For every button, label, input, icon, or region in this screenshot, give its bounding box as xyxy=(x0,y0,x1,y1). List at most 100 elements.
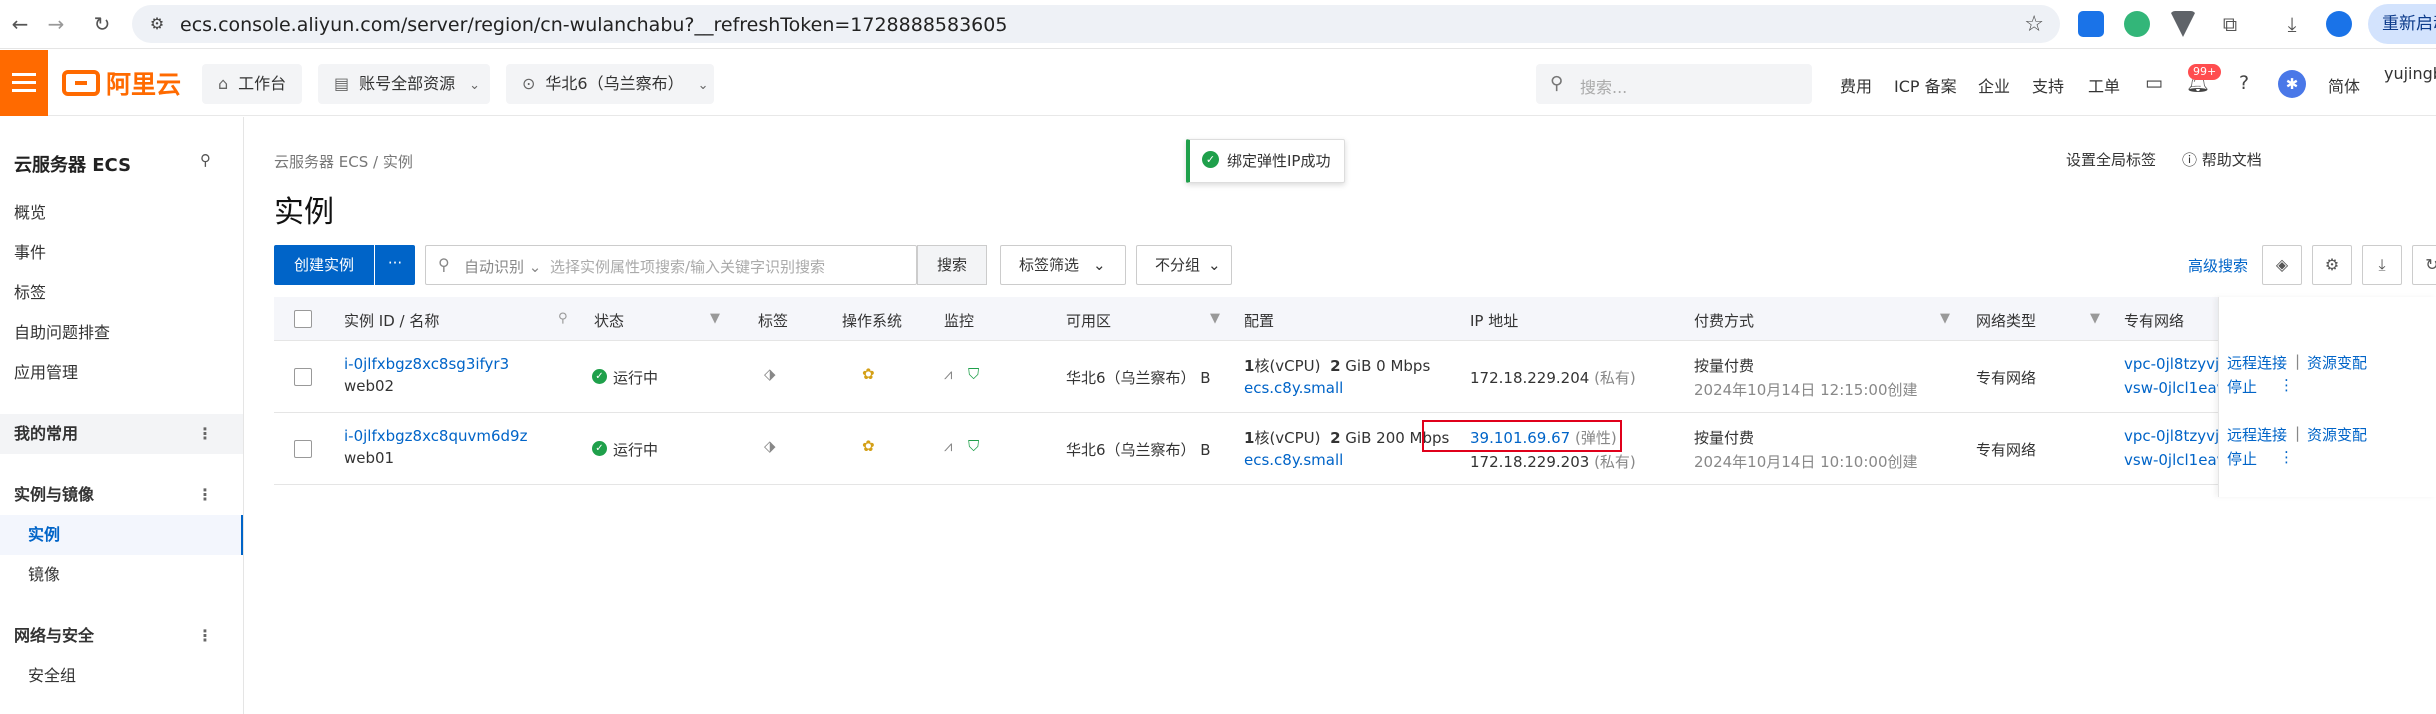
advanced-search-link[interactable]: 高级搜索 xyxy=(2188,255,2248,276)
help-icon[interactable]: ? xyxy=(2232,71,2256,95)
language-switch[interactable]: 简体 xyxy=(2328,73,2360,97)
terminal-icon[interactable]: ▭ xyxy=(2142,71,2166,95)
tag-icon[interactable]: ⬗ xyxy=(764,365,776,383)
vpc-link[interactable]: vpc-0jl8tzyvjlc xyxy=(2124,427,2232,445)
tag-icon[interactable]: ⬗ xyxy=(764,437,776,455)
aliyun-logo[interactable]: 阿里云 xyxy=(62,68,181,99)
more-vertical-icon[interactable]: ⋮ xyxy=(197,475,213,515)
instance-id-link[interactable]: i-0jlfxbgz8xc8quvm6d9z xyxy=(344,427,527,445)
nav-link-icp[interactable]: ICP 备案 xyxy=(1894,73,1957,97)
row-checkbox[interactable] xyxy=(294,368,312,386)
reload-icon[interactable]: ↻ xyxy=(90,12,114,36)
sidebar-item-security-groups[interactable]: 安全组 xyxy=(0,656,243,696)
stop-link[interactable]: 停止 xyxy=(2227,376,2257,397)
instance-search-input[interactable]: ⚲ 自动识别 ⌄ 选择实例属性项搜索/输入关键字识别搜索 xyxy=(425,245,917,285)
monitor-chart-icon[interactable]: ⩘ xyxy=(944,437,952,455)
site-info-icon[interactable]: ⚙ xyxy=(146,13,168,35)
sidebar-item-troubleshoot[interactable]: 自助问题排查 xyxy=(0,313,243,353)
sidebar-search-icon[interactable]: ⚲ xyxy=(200,151,211,169)
sidebar-group-instances-images[interactable]: 实例与镜像 ⋮ xyxy=(0,475,243,515)
more-actions-button[interactable]: ··· xyxy=(375,245,415,285)
more-vertical-icon[interactable]: ⋮ xyxy=(2279,448,2294,466)
menu-hamburger-icon[interactable] xyxy=(0,50,48,116)
search-icon[interactable]: ⚲ xyxy=(558,311,568,326)
help-docs-link[interactable]: ⓘ 帮助文档 xyxy=(2182,149,2262,170)
sidebar-item-overview[interactable]: 概览 xyxy=(0,193,243,233)
sidebar-item-images[interactable]: 镜像 xyxy=(0,555,243,595)
sidebar-group-network-security[interactable]: 网络与安全 ⋮ xyxy=(0,616,243,656)
sidebar-group-favorites[interactable]: 我的常用 ⋮ xyxy=(0,414,243,454)
layers-icon[interactable]: ◈ xyxy=(2262,245,2302,285)
settings-gear-icon[interactable]: ⚙ xyxy=(2312,245,2352,285)
download-ext-icon[interactable] xyxy=(2078,11,2104,37)
back-icon[interactable]: ← xyxy=(8,12,32,36)
ip-private: 172.18.229.203 (私有) xyxy=(1470,451,1636,472)
sidebar-item-events[interactable]: 事件 xyxy=(0,233,243,273)
relaunch-button[interactable]: 重新启动 xyxy=(2368,4,2436,44)
remote-connect-link[interactable]: 远程连接 xyxy=(2227,424,2287,445)
ai-assistant-icon[interactable]: ✱ xyxy=(2278,70,2306,98)
toast-message: 绑定弹性IP成功 xyxy=(1227,152,1331,170)
more-vertical-icon[interactable]: ⋮ xyxy=(197,616,213,656)
ip-private-tag: (私有) xyxy=(1594,453,1636,471)
filter-icon[interactable]: ▼ xyxy=(710,311,720,326)
col-header-monitor: 监控 xyxy=(944,312,975,330)
filter-icon[interactable]: ▼ xyxy=(2090,311,2100,326)
nav-link-support[interactable]: 支持 xyxy=(2032,73,2064,97)
security-shield-icon[interactable]: ⛉ xyxy=(968,365,979,383)
forward-icon[interactable]: → xyxy=(44,12,68,36)
row-checkbox[interactable] xyxy=(294,440,312,458)
select-all-checkbox[interactable] xyxy=(294,310,312,328)
console-topbar: 阿里云 ⌂ 工作台 ▤ 账号全部资源 ⌄ ⊙ 华北6（乌兰察布） ⌄ ⚲ 搜索... 费用… xyxy=(0,50,2436,116)
global-tags-link[interactable]: 设置全局标签 xyxy=(2066,149,2156,170)
col-header-ip: IP 地址 xyxy=(1470,312,1519,330)
export-download-icon[interactable]: ⤓ xyxy=(2362,245,2402,285)
vswitch-link[interactable]: vsw-0jlcl1eavr xyxy=(2124,451,2232,469)
remote-connect-link[interactable]: 远程连接 xyxy=(2227,352,2287,373)
nav-link-ticket[interactable]: 工单 xyxy=(2088,73,2120,97)
global-search-input[interactable]: ⚲ 搜索... xyxy=(1536,64,1812,104)
sidebar-item-instances[interactable]: 实例 xyxy=(0,515,243,555)
region-select[interactable]: ⊙ 华北6（乌兰察布） ⌄ xyxy=(506,64,714,104)
extensions-puzzle-icon[interactable]: ⧉ xyxy=(2218,12,2242,36)
extension-green-icon[interactable] xyxy=(2124,11,2150,37)
chevron-down-icon: ⌄ xyxy=(1208,256,1221,274)
more-vertical-icon[interactable]: ⋮ xyxy=(197,414,213,454)
sidebar-item-tags[interactable]: 标签 xyxy=(0,273,243,313)
resource-group-select[interactable]: ▤ 账号全部资源 ⌄ xyxy=(318,64,490,104)
create-instance-button[interactable]: 创建实例 xyxy=(274,245,374,285)
resize-link[interactable]: 资源变配 xyxy=(2307,352,2367,373)
sidebar-item-app-management[interactable]: 应用管理 xyxy=(0,353,243,393)
resize-link[interactable]: 资源变配 xyxy=(2307,424,2367,445)
profile-icon[interactable] xyxy=(2326,11,2352,37)
instance-type-link[interactable]: ecs.c8y.small xyxy=(1244,451,1343,469)
network-type: 专有网络 xyxy=(1976,441,2037,459)
downloads-icon[interactable]: ⤓ xyxy=(2280,12,2304,36)
stop-link[interactable]: 停止 xyxy=(2227,448,2257,469)
vswitch-link[interactable]: vsw-0jlcl1eavr xyxy=(2124,379,2232,397)
check-circle-icon: ✓ xyxy=(1202,151,1219,168)
address-bar[interactable]: ⚙ ecs.console.aliyun.com/server/region/c… xyxy=(132,5,2060,43)
created-time: 2024年10月14日 12:15:00创建 xyxy=(1694,381,1918,399)
nav-link-enterprise[interactable]: 企业 xyxy=(1978,73,2010,97)
nav-link-billing[interactable]: 费用 xyxy=(1840,73,1872,97)
grouping-dropdown[interactable]: 不分组 ⌄ xyxy=(1136,245,1232,285)
workbench-button[interactable]: ⌂ 工作台 xyxy=(202,64,302,104)
resource-group-icon: ▤ xyxy=(334,74,350,93)
search-mode-select[interactable]: 自动识别 ⌄ xyxy=(464,256,541,277)
monitor-chart-icon[interactable]: ⩘ xyxy=(944,365,952,383)
filter-icon[interactable]: ▼ xyxy=(1940,311,1950,326)
tag-filter-dropdown[interactable]: 标签筛选 ⌄ xyxy=(1000,245,1126,285)
user-account[interactable]: yujingb xyxy=(2384,64,2436,83)
col-header-tags: 标签 xyxy=(758,312,789,330)
security-shield-icon[interactable]: ⛉ xyxy=(968,437,979,455)
more-vertical-icon[interactable]: ⋮ xyxy=(2279,376,2294,394)
filter-icon[interactable]: ▼ xyxy=(1210,311,1220,326)
extension-vpn-icon[interactable] xyxy=(2170,11,2196,37)
search-button[interactable]: 搜索 xyxy=(917,245,987,285)
instance-type-link[interactable]: ecs.c8y.small xyxy=(1244,379,1343,397)
vpc-link[interactable]: vpc-0jl8tzyvjlc xyxy=(2124,355,2232,373)
bookmark-star-icon[interactable]: ☆ xyxy=(2024,12,2044,37)
instance-id-link[interactable]: i-0jlfxbgz8xc8sg3ifyr3 xyxy=(344,355,509,373)
refresh-icon[interactable]: ↻ xyxy=(2412,245,2436,285)
